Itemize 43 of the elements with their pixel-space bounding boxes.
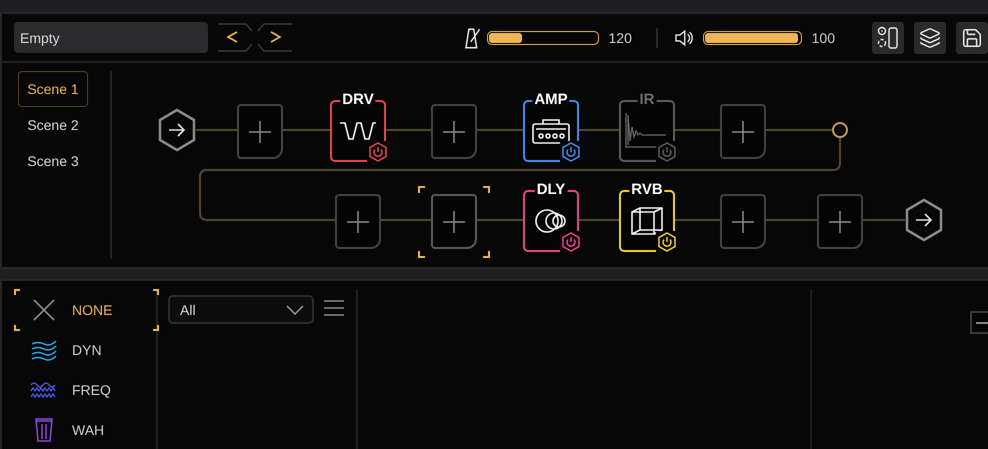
- volume-slider[interactable]: [703, 30, 802, 44]
- square-wave-icon: [338, 120, 378, 142]
- power-icon[interactable]: [560, 231, 582, 253]
- scene-tab[interactable]: Scene 1: [18, 71, 88, 107]
- category-item[interactable]: WAH: [14, 409, 159, 449]
- collapse-button[interactable]: [970, 311, 988, 334]
- previous-preset-button[interactable]: [218, 23, 254, 52]
- output-node[interactable]: [904, 198, 944, 242]
- split-node[interactable]: [831, 121, 849, 139]
- echo-rings-icon: [534, 207, 568, 235]
- layers-button[interactable]: [914, 22, 946, 54]
- plus-icon: [732, 120, 754, 142]
- plus-icon: [732, 210, 754, 232]
- scene-tab[interactable]: Scene 2: [18, 107, 88, 143]
- tempo-value: 120: [608, 30, 632, 46]
- preset-name-field[interactable]: Empty: [14, 22, 208, 53]
- plus-icon: [443, 120, 465, 142]
- metronome-icon: [464, 26, 482, 48]
- filter-dropdown[interactable]: All: [168, 295, 314, 324]
- plus-icon: [249, 120, 271, 142]
- category-item[interactable]: NONE: [14, 289, 159, 331]
- next-preset-button[interactable]: [256, 23, 292, 52]
- cube-icon: [630, 206, 664, 236]
- category-item[interactable]: FREQ: [14, 369, 159, 411]
- category-item[interactable]: DYN: [14, 329, 159, 371]
- input-node[interactable]: [157, 108, 197, 152]
- power-icon[interactable]: [560, 141, 582, 163]
- layers-icon: [919, 26, 941, 48]
- amplifier-icon: [531, 117, 571, 145]
- speaker-icon: [674, 28, 696, 46]
- scene-tab[interactable]: Scene 3: [18, 143, 88, 179]
- power-icon[interactable]: [656, 231, 678, 253]
- plus-icon: [347, 210, 369, 232]
- add-block-button[interactable]: [431, 194, 477, 249]
- volume-value: 100: [812, 30, 835, 46]
- tempo-slider[interactable]: [486, 30, 599, 44]
- plus-icon: [829, 210, 851, 232]
- pedal-controls-button[interactable]: [872, 22, 904, 54]
- chevron-down-icon: [286, 304, 304, 314]
- save-icon: [961, 26, 983, 48]
- minus-icon: [976, 322, 988, 324]
- save-button[interactable]: [956, 22, 988, 54]
- plus-icon: [443, 210, 465, 232]
